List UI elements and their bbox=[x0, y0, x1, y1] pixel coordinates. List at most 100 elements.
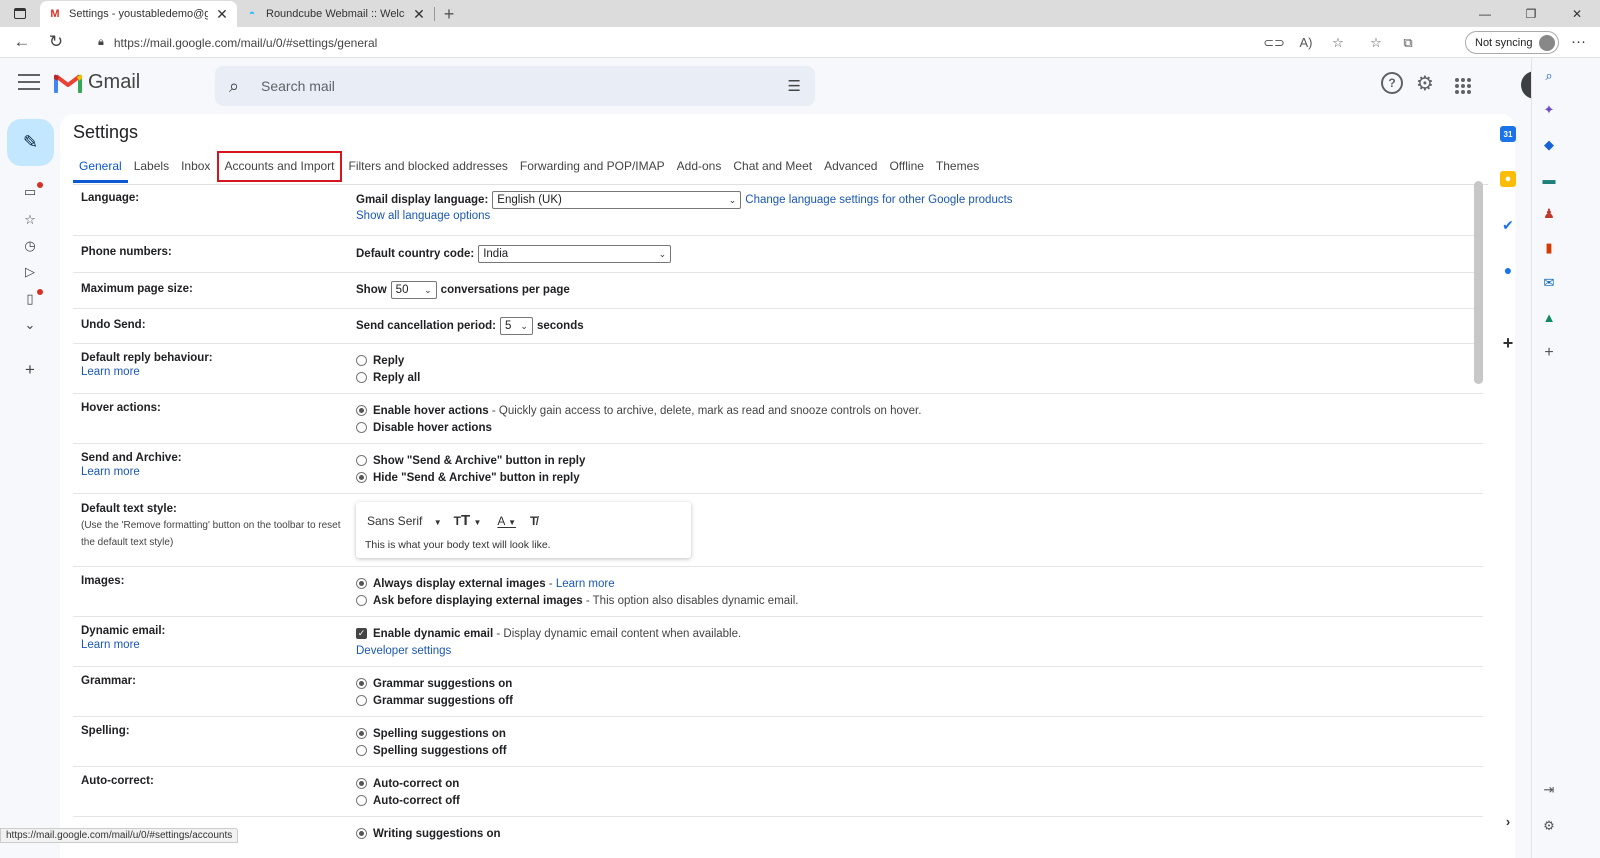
search-icon[interactable]: ⌕ bbox=[229, 76, 259, 97]
copilot-icon[interactable]: ✦ bbox=[1541, 102, 1557, 118]
tab-labels[interactable]: Labels bbox=[128, 150, 175, 183]
tab-offline[interactable]: Offline bbox=[883, 150, 929, 183]
undo-send-select[interactable]: 5 ⌄ bbox=[499, 317, 533, 335]
tab-chat-and-meet[interactable]: Chat and Meet bbox=[727, 150, 818, 183]
minimize-icon[interactable]: — bbox=[1462, 0, 1508, 27]
ask-before-images-radio[interactable] bbox=[356, 595, 367, 606]
close-tab-icon[interactable]: ✕ bbox=[412, 6, 426, 23]
new-tab-icon[interactable]: + bbox=[435, 1, 463, 27]
games-icon[interactable]: ♟ bbox=[1541, 206, 1557, 222]
link-status-bar: https://mail.google.com/mail/u/0/#settin… bbox=[0, 828, 239, 843]
add-sidebar-app-icon[interactable]: + bbox=[1541, 344, 1557, 361]
favorites-icon[interactable]: ☆ bbox=[1360, 35, 1392, 51]
disable-hover-radio[interactable] bbox=[356, 422, 367, 433]
contacts-icon[interactable]: ● bbox=[1500, 262, 1516, 278]
sidebar-settings-icon[interactable]: ⚙ bbox=[1541, 818, 1557, 834]
setting-label-text: Send and Archive: bbox=[81, 452, 182, 464]
learn-more-link[interactable]: Learn more bbox=[556, 578, 615, 590]
country-code-select[interactable]: India ⌄ bbox=[478, 245, 672, 263]
autocorrect-on-radio[interactable] bbox=[356, 778, 367, 789]
tab-themes[interactable]: Themes bbox=[930, 150, 985, 183]
developer-settings-link[interactable]: Developer settings bbox=[356, 645, 451, 657]
tab-accounts-and-import[interactable]: Accounts and Import bbox=[216, 150, 342, 183]
font-size-icon[interactable]: TT ▼ bbox=[454, 512, 482, 529]
keep-icon[interactable]: ● bbox=[1500, 171, 1516, 187]
expand-panel-icon[interactable]: › bbox=[1500, 813, 1516, 829]
drop-icon[interactable]: ▲ bbox=[1541, 309, 1557, 325]
read-aloud-icon[interactable]: A) bbox=[1290, 35, 1322, 50]
text-color-icon[interactable]: A ▼ bbox=[497, 514, 516, 528]
tab-actions-icon[interactable] bbox=[0, 0, 40, 27]
reply-all-radio[interactable] bbox=[356, 372, 367, 383]
collections-icon[interactable]: ⧉ bbox=[1392, 35, 1424, 51]
remove-formatting-icon[interactable]: T̸ bbox=[530, 514, 537, 528]
tab-forwarding[interactable]: Forwarding and POP/IMAP bbox=[514, 150, 671, 183]
page-size-select[interactable]: 50 ⌄ bbox=[390, 281, 437, 299]
get-add-ons-icon[interactable]: + bbox=[1500, 333, 1516, 353]
enable-dynamic-checkbox[interactable]: ✓ bbox=[356, 628, 367, 639]
reply-radio[interactable] bbox=[356, 355, 367, 366]
settings-scrollbar[interactable] bbox=[1474, 181, 1483, 384]
grammar-off-radio[interactable] bbox=[356, 695, 367, 706]
hide-sidebar-icon[interactable]: ⇥ bbox=[1541, 782, 1557, 798]
more-chevron-icon[interactable]: ⌄ bbox=[22, 317, 38, 333]
google-apps-icon[interactable] bbox=[1455, 78, 1471, 94]
drafts-icon[interactable]: ▯ bbox=[22, 291, 38, 307]
edge-search-icon[interactable]: ⌕ bbox=[1541, 68, 1557, 84]
refresh-icon[interactable]: ↻ bbox=[39, 27, 73, 58]
browser-tab-gmail[interactable]: M Settings - youstabledemo@gma ✕ bbox=[40, 1, 237, 27]
profile-button[interactable]: Not syncing bbox=[1465, 31, 1559, 54]
outlook-icon[interactable]: ✉ bbox=[1541, 275, 1557, 291]
search-options-icon[interactable]: ☰ bbox=[788, 77, 801, 95]
gear-icon[interactable]: ⚙ bbox=[1416, 71, 1434, 96]
learn-more-link[interactable]: Learn more bbox=[81, 639, 351, 651]
tab-add-ons[interactable]: Add-ons bbox=[671, 150, 728, 183]
office-icon[interactable]: ▮ bbox=[1541, 240, 1557, 256]
tab-general[interactable]: General bbox=[73, 150, 128, 183]
spelling-off-radio[interactable] bbox=[356, 745, 367, 756]
back-icon[interactable]: ← bbox=[5, 27, 39, 58]
tasks-icon[interactable]: ✔ bbox=[1500, 217, 1516, 233]
tab-advanced[interactable]: Advanced bbox=[818, 150, 883, 183]
compose-button[interactable]: ✎ bbox=[7, 119, 54, 166]
add-favorite-icon[interactable]: ☆ bbox=[1322, 35, 1354, 51]
url-field[interactable]: 🔒︎ https://mail.google.com/mail/u/0/#set… bbox=[90, 30, 1300, 55]
spelling-on-radio[interactable] bbox=[356, 728, 367, 739]
change-language-link[interactable]: Change language settings for other Googl… bbox=[745, 194, 1012, 206]
sent-icon[interactable]: ▷ bbox=[22, 264, 38, 280]
main-menu-icon[interactable] bbox=[18, 74, 40, 95]
inbox-icon[interactable]: ▭ bbox=[22, 184, 38, 200]
hide-send-archive-radio[interactable] bbox=[356, 472, 367, 483]
setting-label: Spelling: bbox=[81, 725, 130, 737]
writing-on-radio[interactable] bbox=[356, 828, 367, 839]
calendar-icon[interactable]: 31 bbox=[1500, 126, 1516, 142]
close-tab-icon[interactable]: ✕ bbox=[215, 6, 229, 23]
close-window-icon[interactable]: ✕ bbox=[1554, 0, 1600, 27]
always-display-images-radio[interactable] bbox=[356, 578, 367, 589]
tab-filters[interactable]: Filters and blocked addresses bbox=[343, 150, 514, 183]
grammar-on-radio[interactable] bbox=[356, 678, 367, 689]
starred-icon[interactable]: ☆ bbox=[22, 212, 38, 228]
browser-tab-roundcube[interactable]: ◓ Roundcube Webmail :: Welcome ✕ bbox=[237, 1, 434, 27]
autocorrect-off-radio[interactable] bbox=[356, 795, 367, 806]
display-language-value: English (UK) bbox=[497, 194, 562, 206]
learn-more-link[interactable]: Learn more bbox=[81, 466, 351, 478]
add-label-icon[interactable]: + bbox=[22, 360, 38, 379]
lock-icon[interactable]: 🔒︎ bbox=[98, 36, 104, 49]
learn-more-link[interactable]: Learn more bbox=[81, 366, 351, 378]
settings-more-icon[interactable]: ··· bbox=[1571, 33, 1586, 50]
display-language-select[interactable]: English (UK) ⌄ bbox=[492, 191, 742, 209]
show-send-archive-radio[interactable] bbox=[356, 455, 367, 466]
show-all-languages-link[interactable]: Show all language options bbox=[356, 210, 1013, 222]
help-icon[interactable]: ? bbox=[1381, 72, 1403, 94]
restore-icon[interactable]: ❐ bbox=[1508, 0, 1554, 27]
snoozed-icon[interactable]: ◷ bbox=[22, 238, 38, 254]
font-family-select[interactable]: Sans Serif ▼ bbox=[367, 514, 442, 528]
gmail-logo[interactable]: Gmail bbox=[54, 71, 140, 94]
search-input[interactable] bbox=[259, 77, 788, 95]
tab-inbox[interactable]: Inbox bbox=[175, 150, 216, 183]
tools-icon[interactable]: ▬ bbox=[1541, 171, 1557, 187]
shopping-icon[interactable]: ◆ bbox=[1541, 137, 1557, 153]
enable-hover-radio[interactable] bbox=[356, 405, 367, 416]
app-available-icon[interactable]: ⊂⊃ bbox=[1258, 35, 1290, 51]
